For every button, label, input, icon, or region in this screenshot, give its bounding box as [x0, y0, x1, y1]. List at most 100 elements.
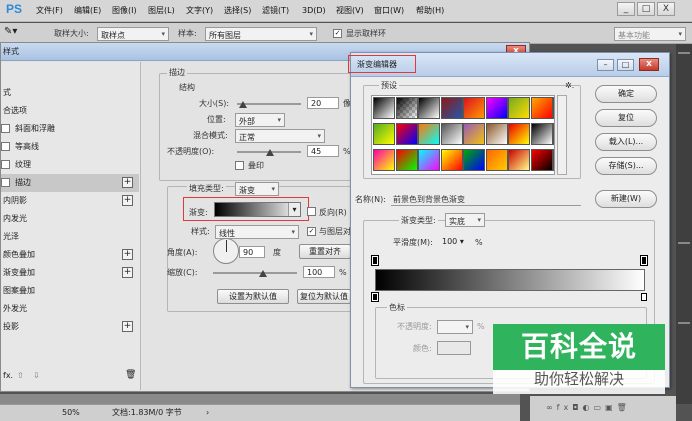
minimize-button[interactable]: _ — [617, 2, 635, 16]
menu-item[interactable]: 文字(Y) — [186, 7, 213, 15]
stop-opacity-input[interactable]: ▾ — [437, 320, 473, 334]
gradient-preset-swatch[interactable] — [395, 97, 418, 119]
add-icon[interactable]: + — [122, 249, 133, 260]
fx-icon[interactable]: fx. — [3, 372, 13, 380]
reset-default-button[interactable]: 复位为默认值 — [297, 289, 351, 304]
menu-item[interactable]: 图层(L) — [148, 7, 175, 15]
show-ring-checkbox[interactable]: ✓ — [333, 29, 342, 38]
menu-item[interactable]: 选择(S) — [224, 7, 251, 15]
preset-grid[interactable] — [371, 95, 555, 175]
smoothness-input[interactable]: 100 ▾ — [439, 236, 471, 248]
style-list-item[interactable]: 光泽 — [1, 228, 139, 246]
add-icon[interactable]: + — [122, 195, 133, 206]
gradient-preset-swatch[interactable] — [418, 97, 440, 119]
menu-item[interactable]: 窗口(W) — [374, 7, 404, 15]
gradient-preset-swatch[interactable] — [440, 149, 463, 171]
opacity-slider-thumb[interactable] — [266, 149, 274, 156]
menu-item[interactable]: 视图(V) — [336, 7, 364, 15]
stop-color-swatch[interactable] — [437, 341, 471, 355]
gradient-preset-swatch[interactable] — [553, 97, 554, 119]
load-button[interactable]: 载入(L)... — [595, 133, 657, 151]
new-button[interactable]: 新建(W) — [595, 190, 657, 208]
maximize-button[interactable]: □ — [637, 2, 655, 16]
trash-icon[interactable]: 🗑 — [125, 371, 136, 380]
gradient-preset-swatch[interactable] — [530, 123, 553, 145]
eyedropper-icon[interactable]: ✎▾ — [4, 27, 17, 37]
size-input[interactable]: 20 — [307, 97, 339, 109]
gradient-preset-swatch[interactable] — [373, 149, 395, 171]
ge-maximize-button[interactable]: □ — [617, 59, 634, 71]
preset-scrollbar[interactable] — [557, 95, 567, 175]
status-arrow-icon[interactable]: › — [206, 409, 209, 417]
style-checkbox[interactable] — [1, 160, 10, 169]
chevron-down-icon[interactable]: ▾ — [288, 203, 300, 216]
ge-minimize-button[interactable]: – — [597, 59, 614, 71]
gradient-preset-swatch[interactable] — [418, 149, 440, 171]
gradient-preset-swatch[interactable] — [440, 123, 463, 145]
menu-item[interactable]: 滤镜(T) — [262, 7, 289, 15]
gradient-preset-swatch[interactable] — [440, 97, 463, 119]
menu-item[interactable]: 文件(F) — [36, 7, 63, 15]
align-checkbox[interactable]: ✓ — [307, 227, 316, 236]
menu-item[interactable]: 编辑(E) — [74, 7, 101, 15]
gradient-preset-swatch[interactable] — [373, 123, 395, 145]
name-value[interactable]: 前景色到背景色渐变 — [393, 196, 465, 204]
gradient-preset-swatch[interactable] — [418, 123, 440, 145]
scale-slider-thumb[interactable] — [259, 270, 267, 277]
style-checkbox[interactable] — [1, 142, 10, 151]
style-list-item[interactable]: 内发光 — [1, 210, 139, 228]
color-stop-right[interactable] — [641, 293, 647, 301]
gradient-preset-swatch[interactable] — [553, 123, 554, 145]
set-default-button[interactable]: 设置为默认值 — [217, 289, 289, 304]
scale-slider[interactable] — [213, 272, 297, 274]
ge-close-button[interactable]: x — [639, 58, 659, 71]
zoom-level[interactable]: 50% — [62, 409, 80, 417]
reverse-checkbox[interactable] — [307, 207, 316, 216]
gradient-preset-swatch[interactable] — [530, 149, 553, 171]
style-list-item[interactable]: 外发光 — [1, 300, 139, 318]
close-button[interactable]: X — [657, 2, 675, 16]
gradient-preset-swatch[interactable] — [530, 97, 553, 119]
style-list-item[interactable]: 合选项 — [1, 102, 139, 120]
gradient-preset-swatch[interactable] — [485, 149, 508, 171]
add-icon[interactable]: + — [122, 177, 133, 188]
style-list-item[interactable]: 投影 + — [1, 318, 139, 336]
gradient-preset-swatch[interactable] — [508, 97, 530, 119]
add-icon[interactable]: + — [122, 267, 133, 278]
opacity-stop-left[interactable] — [371, 255, 379, 266]
gear-icon[interactable]: ✲. — [565, 82, 574, 90]
style-list-item[interactable]: 式 — [1, 84, 139, 102]
gradient-preset-swatch[interactable] — [553, 149, 554, 171]
style-list-item[interactable]: 等高线 — [1, 138, 139, 156]
reset-button[interactable]: 复位 — [595, 109, 657, 127]
fill-type-select[interactable]: 渐变 ▾ — [235, 182, 279, 196]
opacity-input[interactable]: 45 — [307, 145, 339, 157]
gradient-preset-swatch[interactable] — [508, 123, 530, 145]
style-list-item[interactable]: 图案叠加 — [1, 282, 139, 300]
scale-input[interactable]: 100 — [303, 266, 335, 278]
style-list-item[interactable]: 渐变叠加 + — [1, 264, 139, 282]
layer-tools-icons[interactable]: ∞fx◘◐▭▣🗑 — [546, 404, 631, 412]
move-up-icon[interactable]: ⇧ — [17, 372, 24, 380]
gradient-preset-swatch[interactable] — [395, 123, 418, 145]
style-list-item[interactable]: 描边 + — [1, 174, 139, 192]
style-list-item[interactable]: 内阴影 + — [1, 192, 139, 210]
position-select[interactable]: 外部 ▾ — [235, 113, 285, 127]
scrollbar[interactable] — [0, 394, 520, 404]
angle-input[interactable]: 90 — [239, 246, 265, 258]
style-list-item[interactable]: 纹理 — [1, 156, 139, 174]
workspace-select[interactable]: 基本功能 ▾ — [614, 27, 686, 41]
gradient-preset-swatch[interactable] — [373, 97, 395, 119]
move-down-icon[interactable]: ⇩ — [33, 372, 40, 380]
sample-select[interactable]: 所有图层 ▾ — [205, 27, 317, 41]
size-slider-thumb[interactable] — [239, 101, 247, 108]
gradient-swatch[interactable]: ▾ — [214, 202, 301, 217]
style-select[interactable]: 线性 ▾ — [215, 225, 299, 239]
gradient-bar[interactable] — [375, 269, 645, 291]
angle-dial[interactable] — [213, 238, 239, 264]
gradient-preset-swatch[interactable] — [508, 149, 530, 171]
menu-item[interactable]: 帮助(H) — [416, 7, 444, 15]
reset-align-button[interactable]: 重置对齐 — [299, 244, 351, 259]
gradient-preset-swatch[interactable] — [463, 149, 485, 171]
sample-size-select[interactable]: 取样点 ▾ — [97, 27, 169, 41]
